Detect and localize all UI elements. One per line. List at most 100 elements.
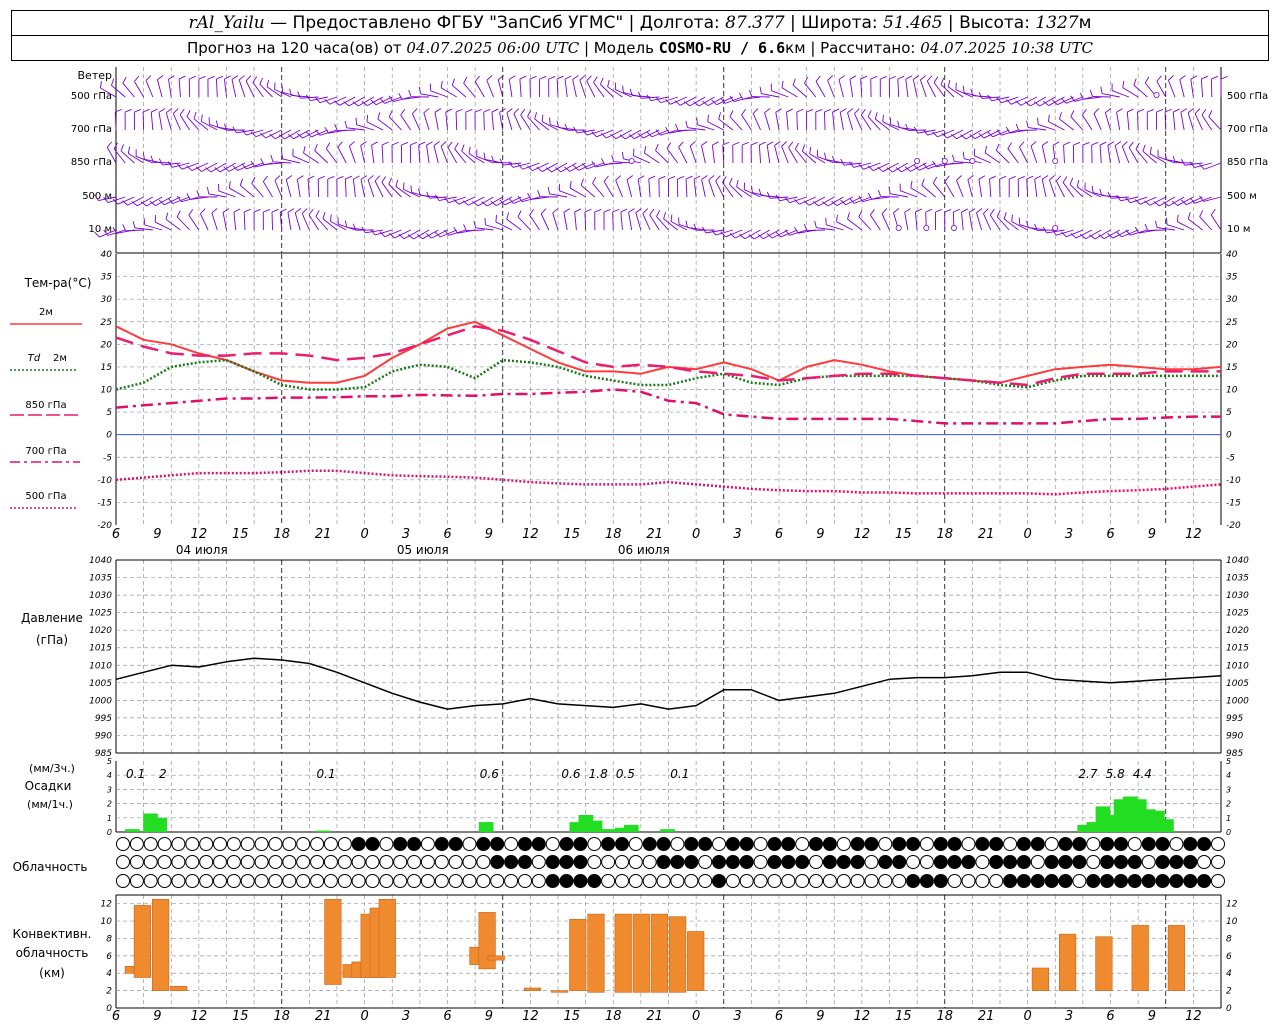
day-label: 05 июля [397,543,449,557]
wind-barb-feather [517,210,522,218]
cloud-cover-symbol [504,874,519,888]
wind-barb-feather [803,223,808,231]
cloud-cover-symbol [1183,837,1198,851]
wind-barb-feather [106,141,113,148]
cloud-cover-symbol [781,837,796,851]
cloud-cover-symbol [795,855,810,869]
wind-barb-feather [401,142,409,146]
wind-barb-staff [178,79,181,98]
cloud-cover-symbol [615,874,629,888]
cloud-cover-symbol [684,874,699,888]
cloud-cover-symbol [296,837,311,851]
wind-barb-feather [905,75,913,80]
wind-barb-staff [1164,111,1167,131]
wind-barb-staff [1180,112,1185,131]
cloud-cover-symbol [933,874,948,888]
wind-barb-feather [122,76,127,84]
wind-barb-feather [317,175,325,180]
cloud-cover-symbol [809,855,823,869]
cloud-cover-symbol [864,874,879,888]
wind-barb-feather [1201,75,1208,80]
cloud-cover-symbol [670,874,685,888]
wind-barb-staff [752,113,761,131]
time-tick-label: 3 [733,527,741,542]
wind-barb-feather [1041,141,1049,146]
wind-barb-staff [678,129,697,131]
wind-barb-feather [1127,108,1134,113]
wind-barb-feather [796,108,804,113]
cloud-cover-symbol [1114,855,1128,869]
bottom-time-tick-label: 6 [775,1009,783,1024]
wind-barb-feather [355,117,358,125]
wind-barb-feather [297,175,304,180]
wind-barb-feather [666,142,672,149]
wind-barb-feather [426,141,433,146]
cloud-cover-symbol [462,874,477,888]
wind-barb-staff [574,212,577,231]
cloud-cover-symbol [587,874,602,888]
pressure-y-tick-right: 1015 [1226,644,1249,654]
wind-barb-feather [315,97,321,103]
cloud-cover-symbol [365,855,380,869]
wind-barb-feather [1063,141,1071,146]
cloud-cover-symbol [407,874,422,888]
temp-y-tick-left: 5 [106,408,112,418]
cloud-cover-symbol [1141,837,1156,851]
cloud-cover-symbol [656,855,671,869]
wind-barb-feather [1122,80,1125,88]
cloud-cover-symbol [1155,874,1170,888]
cloud-cover-symbol [268,837,283,851]
wind-barb-staff [823,111,826,131]
wind-barb-feather [400,109,406,116]
convective-bar [650,913,668,993]
wind-barb-staff [701,179,706,198]
wind-barb-feather [410,141,417,146]
wind-barb-feather [586,75,592,82]
wind-level-label-right: 700 гПа [1227,124,1268,135]
cloud-cover-symbol [919,855,934,869]
wind-barb-feather [847,212,850,220]
wind-barb-feather [541,114,544,122]
cloud-cover-symbol [226,855,241,869]
cloud-cover-symbol [684,837,699,851]
wind-barb-staff [1104,112,1111,131]
cloud-cover-symbol [1183,874,1198,888]
wind-barb-feather [1076,179,1080,187]
wind-barb-feather [1019,141,1025,148]
wind-barb-feather [1201,108,1207,116]
cloud-cover-symbol [739,837,754,851]
wind-barb-feather [474,109,482,113]
wind-barb-staff [520,114,531,131]
cloud-cover-symbol [420,874,435,888]
wind-barb-staff [1179,79,1185,98]
wind-barb-feather [978,175,986,180]
wind-barb-feather [1055,175,1062,182]
cloud-cover-symbol [753,874,768,888]
wind-barb-feather [693,175,701,180]
wind-barb-feather [1194,108,1201,114]
wind-barb-staff [1126,112,1130,131]
wind-barb-feather [615,175,622,181]
wind-barb-staff [1093,113,1102,131]
cloud-cover-symbol [379,874,394,888]
wind-calm-circle [950,224,957,231]
cloud-cover-symbol [878,855,893,869]
cloud-cover-symbol [1183,855,1198,869]
temp-y-tick-left: 10 [101,386,113,396]
wind-barb-staff [603,181,614,198]
wind-barb-feather [200,114,203,122]
wind-barb-feather [451,78,455,86]
wind-barb-staff [245,80,255,98]
bottom-time-tick-label: 15 [564,1009,581,1024]
pressure-y-tick-right: 1025 [1226,609,1249,619]
wind-barb-feather [600,77,604,85]
wind-barb-staff [216,78,218,98]
wind-barb-feather [99,81,102,89]
cloud-cover-symbol [989,874,1004,888]
precip-3h-total: 0.6 [480,767,499,781]
wind-barb-feather [253,209,261,213]
cloud-cover-symbol [961,855,976,869]
wind-barb-staff [475,227,494,231]
wind-barb-staff [1194,113,1203,131]
cloud-cover-symbol [642,855,657,869]
